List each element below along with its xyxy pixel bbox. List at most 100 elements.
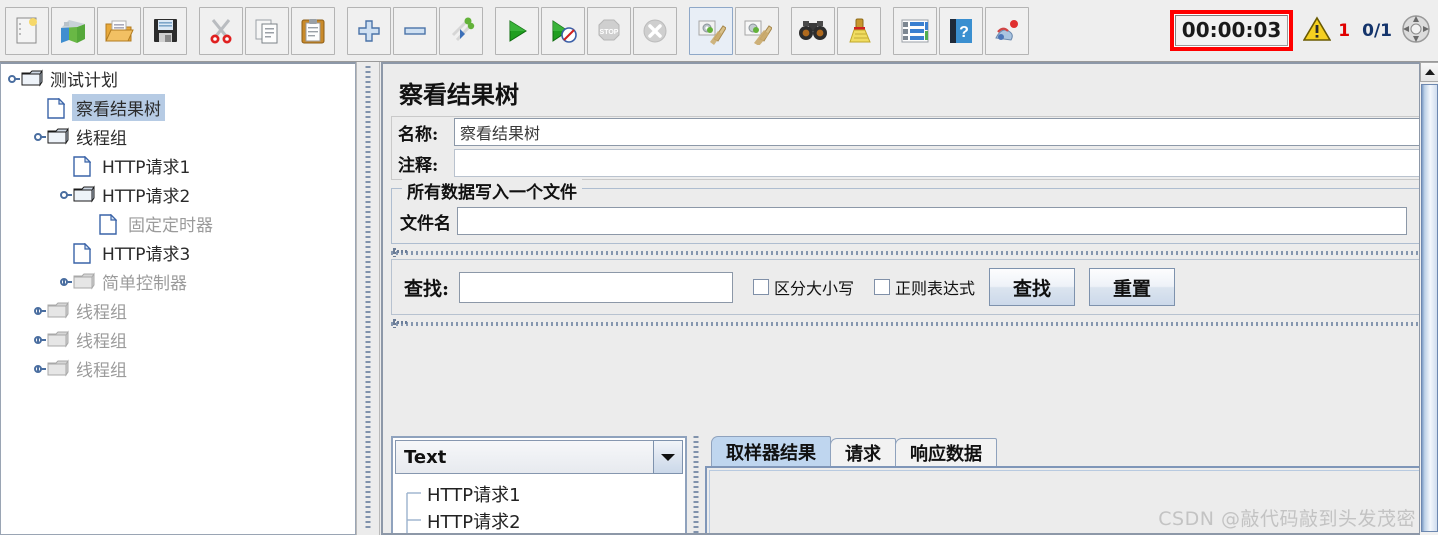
play-no-timer-icon [548,17,578,45]
cut-button[interactable] [199,6,243,55]
clear-broom-icon [696,17,726,45]
start-button[interactable] [495,6,539,55]
main-toolbar: STOP ? 00:00:03 1 0/1 [0,0,1438,62]
svg-text:STOP: STOP [600,29,619,36]
tree-item-7[interactable]: 简单控制器 [1,267,355,296]
toggle-button[interactable] [439,6,483,55]
page-title: 察看结果树 [399,80,519,109]
toolbar-group-tree [346,0,484,61]
warning-triangle-icon[interactable] [1302,15,1332,46]
result-item-label: HTTP请求2 [427,511,521,533]
new-test-plan-button[interactable] [5,6,49,55]
tree-item-label: 测试计划 [50,71,118,91]
tree-item-label: 固定定时器 [128,216,213,236]
tree-item-4[interactable]: HTTP请求2 [1,180,355,209]
active-thread-count: 0/1 [1362,20,1392,41]
tree-item-10[interactable]: 线程组 [1,354,355,383]
tree-item-8[interactable]: 线程组 [1,296,355,325]
tree-item-label: 线程组 [76,361,127,381]
tree-expand-handle-open[interactable] [33,130,47,144]
result-item-label: HTTP请求1 [427,484,521,506]
templates-icon [58,16,88,46]
undo-redo-button[interactable] [985,6,1029,55]
start-no-timers-button[interactable] [541,6,585,55]
tree-expand-handle-open[interactable] [59,188,73,202]
toolbar-separator [188,0,198,61]
minus-icon [402,18,428,44]
templates-button[interactable] [51,6,95,55]
main-split-divider[interactable] [356,62,380,535]
collapse-all-button[interactable] [393,6,437,55]
toolbar-group-clear [688,0,780,61]
tree-expand-handle-closed[interactable] [33,304,47,318]
result-list-item[interactable]: HTTP请求2 [395,507,683,533]
comment-input[interactable] [454,149,1419,177]
horizontal-split-divider-bottom[interactable] [391,319,1419,328]
scroll-up-arrow-icon[interactable] [1420,62,1438,82]
result-list-item[interactable]: HTTP请求1 [395,480,683,507]
clear-button[interactable] [689,6,733,55]
renderer-combobox[interactable]: Text [395,440,683,474]
clipboard-paste-icon [300,17,326,45]
search-input[interactable] [459,271,734,303]
horizontal-split-divider-top[interactable] [391,248,1419,257]
paste-button[interactable] [291,6,335,55]
find-button[interactable]: 查找 [989,268,1076,306]
green-play-icon [503,17,531,45]
folder-gray-icon [73,271,95,292]
filename-input[interactable] [457,207,1407,235]
tree-item-0[interactable]: 测试计划 [1,64,355,93]
blue-book-help-icon: ? [948,17,974,45]
right-vertical-scrollbar[interactable] [1419,62,1438,535]
open-button[interactable] [97,6,141,55]
tab-0[interactable]: 取样器结果 [711,436,831,466]
tree-expand-handle-closed[interactable] [59,275,73,289]
warning-count: 1 [1338,20,1351,41]
checkbox-box [874,279,891,295]
toolbar-separator [484,0,494,61]
tree-item-3[interactable]: HTTP请求1 [1,151,355,180]
toolbar-separator [336,0,346,61]
tree-item-1[interactable]: 察看结果树 [1,93,355,122]
tree-item-2[interactable]: 线程组 [1,122,355,151]
test-plan-tree[interactable]: 测试计划 察看结果树 线程组 HTTP请求1 HTTP请求2 固定定时器 HTTP请求3 简单… [0,62,356,535]
tree-expand-handle-open[interactable] [7,72,21,86]
shutdown-button[interactable] [633,6,677,55]
copy-icon [253,17,281,45]
folder-gray-icon [47,358,69,379]
sampler-result-list[interactable]: HTTP请求1HTTP请求2HTTP请求3 [395,476,683,533]
timer-highlight-box: 00:00:03 [1169,10,1294,51]
results-split-divider[interactable] [687,436,705,533]
chevron-down-icon[interactable] [653,440,683,474]
function-helper-button[interactable] [893,6,937,55]
case-sensitive-checkbox[interactable]: 区分大小写 [753,275,854,299]
toolbar-group-help: ? [892,0,1030,61]
jmeter-window: STOP ? 00:00:03 1 0/1 测试计划 察看结果树 线程组 HTT… [0,0,1438,535]
help-button[interactable]: ? [939,6,983,55]
tree-expand-handle-closed[interactable] [33,362,47,376]
tree-expand-handle-closed[interactable] [33,333,47,347]
save-button[interactable] [143,6,187,55]
tab-2[interactable]: 响应数据 [895,438,997,466]
tree-item-label: 线程组 [76,303,127,323]
elapsed-timer: 00:00:03 [1174,15,1289,46]
connection-circle-icon[interactable] [1400,13,1432,49]
scrollbar-thumb[interactable] [1421,84,1438,532]
toolbar-group-run: STOP [494,0,678,61]
search-bar: 查找: 区分大小写 正则表达式 查找 重置 [391,259,1419,315]
name-input[interactable]: 察看结果树 [454,118,1419,146]
clear-all-broom-icon [742,17,772,45]
search-button[interactable] [791,6,835,55]
tree-item-9[interactable]: 线程组 [1,325,355,354]
copy-button[interactable] [245,6,289,55]
plus-icon [356,18,382,44]
reset-search-button[interactable] [837,6,881,55]
tree-item-5[interactable]: 固定定时器 [1,209,355,238]
stop-button[interactable]: STOP [587,6,631,55]
tab-1[interactable]: 请求 [830,438,896,466]
expand-all-button[interactable] [347,6,391,55]
clear-all-button[interactable] [735,6,779,55]
reset-button[interactable]: 重置 [1089,268,1176,306]
regex-checkbox[interactable]: 正则表达式 [874,275,975,299]
tree-item-6[interactable]: HTTP请求3 [1,238,355,267]
